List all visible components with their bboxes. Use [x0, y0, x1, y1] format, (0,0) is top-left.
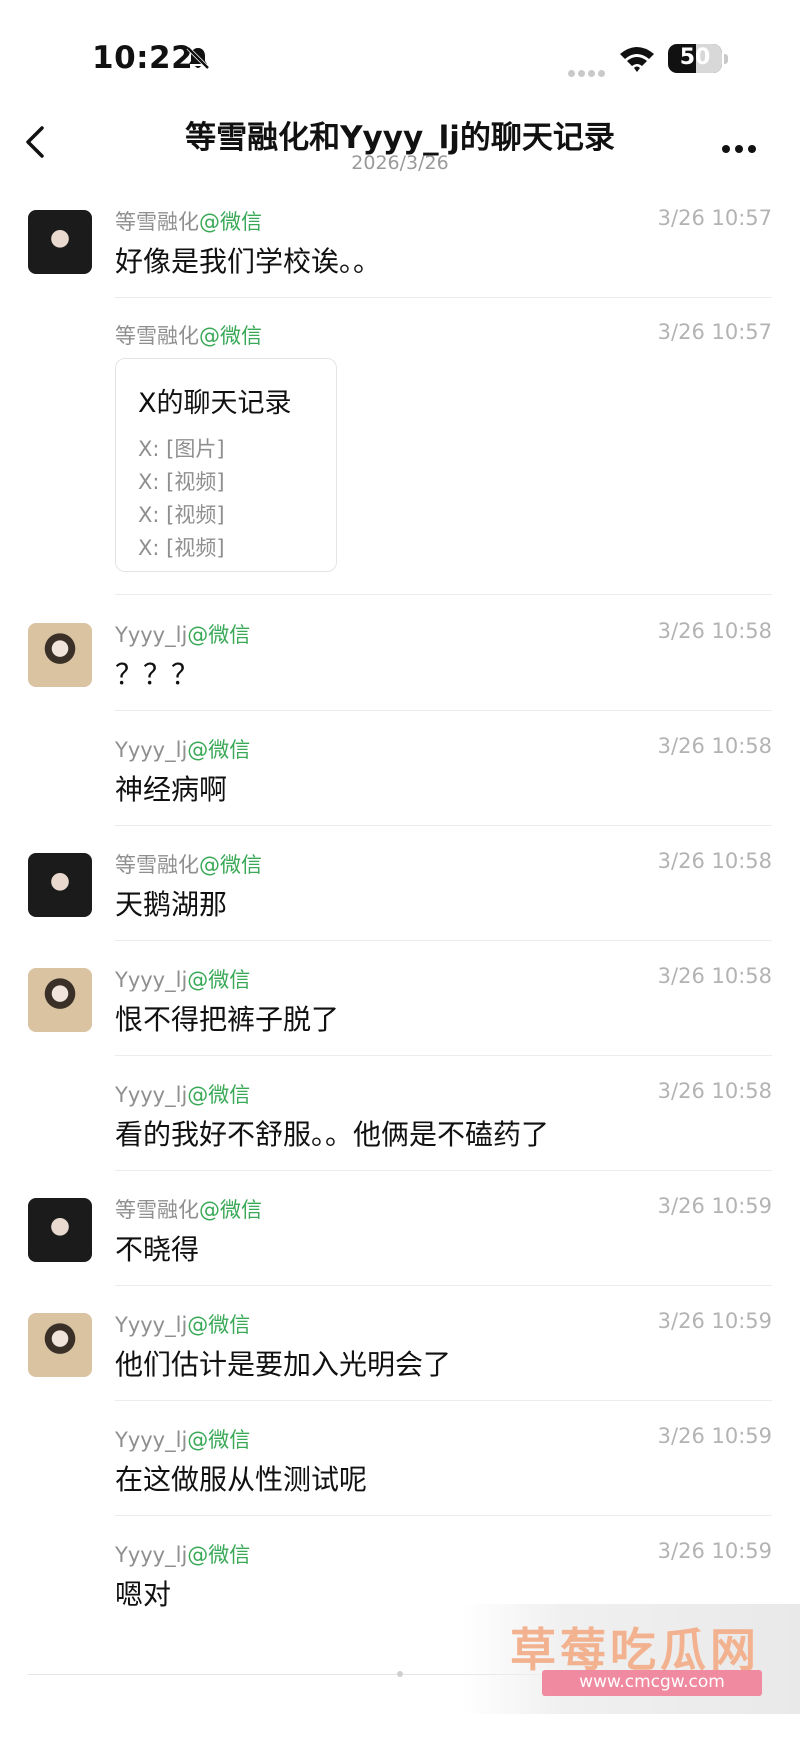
sender-name: Yyyy_lj: [115, 1083, 188, 1107]
avatar[interactable]: [28, 623, 92, 687]
sender-platform: @微信: [199, 210, 262, 234]
message-time: 3/26 10:58: [657, 619, 772, 643]
sender-platform: @微信: [187, 738, 251, 762]
sender-name: 等雪融化: [115, 1198, 199, 1222]
divider: [115, 940, 772, 941]
sender-line: Yyyy_lj@微信: [115, 1079, 250, 1109]
status-time: 10:22: [92, 40, 194, 76]
sender-platform: @微信: [187, 1083, 251, 1107]
divider: [115, 710, 772, 711]
message-time: 3/26 10:59: [657, 1309, 772, 1333]
sender-name: Yyyy_lj: [115, 623, 188, 647]
status-bar: 10:22 50: [0, 0, 800, 100]
divider: [115, 1400, 772, 1401]
sender-line: Yyyy_lj@微信: [115, 964, 250, 994]
sender-name: 等雪融化: [115, 210, 199, 234]
watermark-url: www.cmcgw.com: [579, 1672, 725, 1692]
wifi-icon: [620, 47, 654, 72]
message-time: 3/26 10:59: [657, 1194, 772, 1218]
mute-bell-icon: [186, 46, 210, 70]
forwarded-chat-card[interactable]: X的聊天记录 X: [图片] X: [视频] X: [视频] X: [视频]: [115, 358, 337, 572]
sender-line: Yyyy_lj@微信: [115, 734, 250, 764]
cellular-signal-icon: [568, 62, 608, 81]
sender-platform: @微信: [187, 1543, 251, 1567]
sender-platform: @微信: [199, 324, 262, 348]
message-time: 3/26 10:58: [657, 964, 772, 988]
message-text: 天鹅湖那: [115, 888, 228, 921]
sender-line: Yyyy_lj@微信: [115, 1309, 250, 1339]
record-date: 2026/3/26: [351, 152, 449, 174]
sender-name: Yyyy_lj: [115, 1313, 188, 1337]
message-text: 看的我好不舒服。。他俩是不磕药了: [115, 1118, 550, 1151]
avatar[interactable]: [28, 210, 92, 274]
divider: [115, 297, 772, 298]
message-text: ？？？: [115, 658, 200, 691]
sender-line: 等雪融化@微信: [115, 1194, 262, 1224]
message-text: 不晓得: [115, 1233, 200, 1266]
divider: [115, 1170, 772, 1171]
sender-name: 等雪融化: [115, 324, 199, 348]
chat-record-header: 等雪融化和Yyyy_lj的聊天记录 2026/3/26: [0, 100, 800, 180]
avatar[interactable]: [28, 968, 92, 1032]
message-text: 神经病啊: [115, 773, 228, 806]
divider: [115, 825, 772, 826]
page-title: 等雪融化和Yyyy_lj的聊天记录: [185, 120, 615, 156]
message-time: 3/26 10:58: [657, 734, 772, 758]
battery-level: 50: [679, 45, 711, 70]
divider: [115, 1285, 772, 1286]
card-line: X: [图片]: [138, 437, 225, 461]
sender-name: Yyyy_lj: [115, 1428, 188, 1452]
divider: [115, 1515, 772, 1516]
sender-platform: @微信: [187, 623, 251, 647]
message-time: 3/26 10:57: [657, 206, 772, 230]
sender-name: Yyyy_lj: [115, 1543, 188, 1567]
card-title: X的聊天记录: [138, 388, 292, 419]
message-text: 在这做服从性测试呢: [115, 1463, 368, 1496]
sender-platform: @微信: [187, 1428, 251, 1452]
message-time: 3/26 10:59: [657, 1424, 772, 1448]
avatar[interactable]: [28, 853, 92, 917]
divider: [115, 594, 772, 595]
card-line: X: [视频]: [138, 536, 225, 560]
sender-line: 等雪融化@微信: [115, 206, 262, 236]
sender-line: Yyyy_lj@微信: [115, 1424, 250, 1454]
message-time: 3/26 10:57: [657, 320, 772, 344]
sender-platform: @微信: [199, 1198, 262, 1222]
avatar[interactable]: [28, 1198, 92, 1262]
end-dot: [397, 1671, 403, 1677]
message-text: 嗯对: [115, 1578, 172, 1611]
battery-tip: [724, 54, 728, 64]
message-text: 好像是我们学校诶。。: [115, 245, 382, 278]
sender-line: Yyyy_lj@微信: [115, 1539, 250, 1569]
message-text: 恨不得把裤子脱了: [115, 1003, 340, 1036]
message-time: 3/26 10:59: [657, 1539, 772, 1563]
sender-platform: @微信: [199, 853, 262, 877]
sender-line: 等雪融化@微信: [115, 320, 262, 350]
sender-platform: @微信: [187, 968, 251, 992]
message-time: 3/26 10:58: [657, 849, 772, 873]
message-text: 他们估计是要加入光明会了: [115, 1348, 452, 1381]
sender-line: Yyyy_lj@微信: [115, 619, 250, 649]
sender-platform: @微信: [187, 1313, 251, 1337]
card-line: X: [视频]: [138, 503, 225, 527]
more-options-icon[interactable]: [722, 138, 762, 153]
sender-name: Yyyy_lj: [115, 738, 188, 762]
message-time: 3/26 10:58: [657, 1079, 772, 1103]
avatar[interactable]: [28, 1313, 92, 1377]
battery-icon: 50: [668, 44, 722, 73]
divider: [115, 1055, 772, 1056]
card-line: X: [视频]: [138, 470, 225, 494]
sender-line: 等雪融化@微信: [115, 849, 262, 879]
site-watermark: 草莓吃瓜网 www.cmcgw.com: [462, 1604, 800, 1714]
sender-name: Yyyy_lj: [115, 968, 188, 992]
sender-name: 等雪融化: [115, 853, 199, 877]
